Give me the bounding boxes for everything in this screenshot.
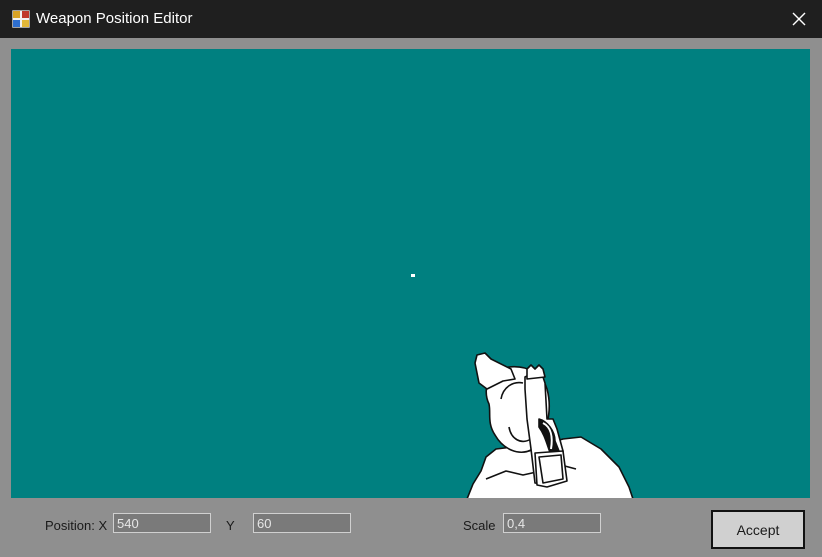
close-button[interactable]: [776, 0, 822, 38]
window-app-icon: [11, 9, 31, 29]
position-y-input[interactable]: [253, 513, 351, 533]
window-title: Weapon Position Editor: [36, 10, 193, 27]
weapon-preview-viewport[interactable]: [11, 49, 810, 498]
crosshair-dot: [411, 274, 415, 277]
position-y-label: Y: [226, 518, 235, 533]
position-x-label: Position: X: [45, 518, 108, 533]
scale-label: Scale: [463, 518, 496, 533]
title-bar: Weapon Position Editor: [0, 0, 822, 38]
close-icon: [792, 12, 806, 26]
revolver-in-hand-sprite[interactable]: [451, 299, 651, 498]
position-x-input[interactable]: [113, 513, 211, 533]
scale-input[interactable]: [503, 513, 601, 533]
accept-button[interactable]: Accept: [711, 510, 805, 549]
